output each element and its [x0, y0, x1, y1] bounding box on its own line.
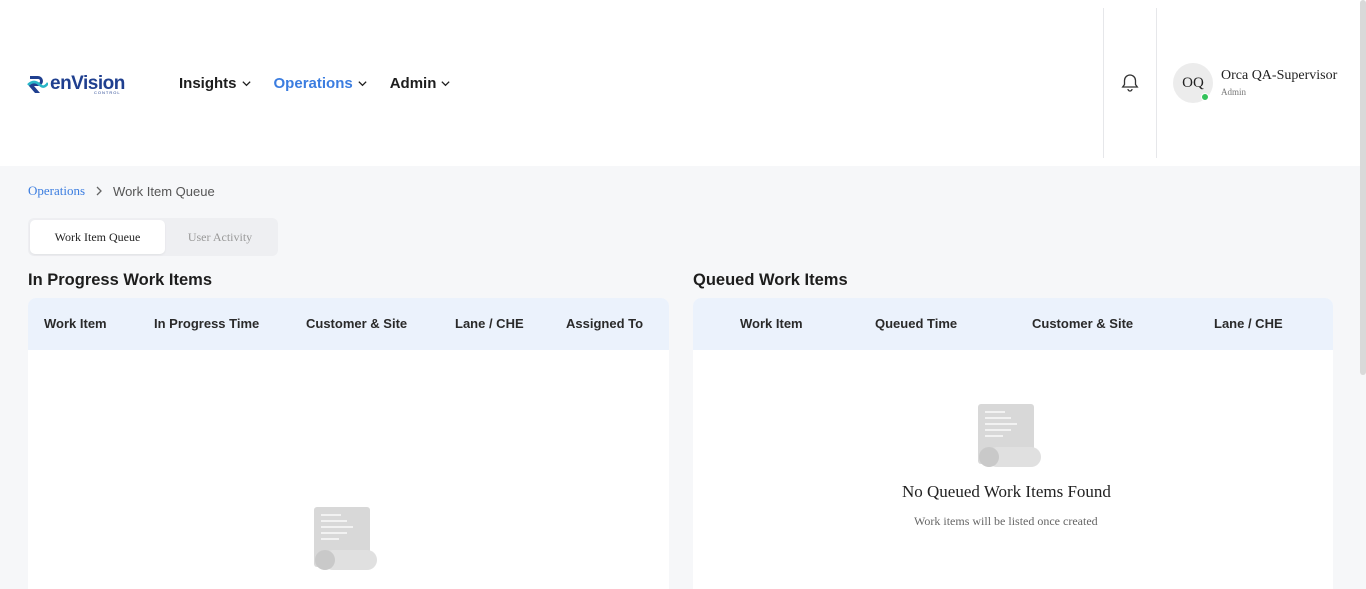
column-header[interactable]: Work Item: [44, 316, 107, 331]
bell-icon[interactable]: [1119, 72, 1141, 94]
breadcrumb-operations-link[interactable]: Operations: [28, 183, 85, 199]
tab-work-item-queue[interactable]: Work Item Queue: [30, 220, 165, 254]
column-header[interactable]: Queued Time: [875, 316, 957, 331]
header-divider: [1103, 8, 1104, 158]
table-header: Work Item In Progress Time Customer & Si…: [28, 298, 669, 350]
envision-logo-mark-icon: [27, 76, 48, 93]
nav-insights-label: Insights: [179, 74, 237, 92]
column-header[interactable]: In Progress Time: [154, 316, 259, 331]
column-header[interactable]: Assigned To: [566, 316, 643, 331]
view-tabs: Work Item Queue User Activity: [28, 218, 278, 256]
avatar[interactable]: OQ: [1173, 63, 1213, 103]
page-scrollbar[interactable]: [1360, 0, 1366, 375]
queued-title: Queued Work Items: [693, 271, 848, 289]
avatar-initials: OQ: [1182, 74, 1204, 91]
table-header: Work Item Queued Time Customer & Site La…: [693, 298, 1333, 350]
tab-user-activity[interactable]: User Activity: [165, 220, 275, 254]
column-header[interactable]: Lane / CHE: [1214, 316, 1283, 331]
empty-document-icon: [314, 507, 377, 570]
user-role: Admin: [1221, 87, 1247, 97]
user-name[interactable]: Orca QA-Supervisor: [1221, 68, 1337, 84]
column-header[interactable]: Customer & Site: [306, 316, 407, 331]
envision-logo[interactable]: enVision CONTROL: [26, 71, 131, 97]
online-status-dot: [1201, 93, 1209, 101]
nav-admin-label: Admin: [389, 74, 437, 92]
chevron-down-icon: [358, 80, 367, 86]
empty-state-title: No Queued Work Items Found: [902, 482, 1111, 501]
column-header[interactable]: Work Item: [740, 316, 803, 331]
nav-admin[interactable]: Admin: [390, 75, 452, 92]
breadcrumb-current: Work Item Queue: [113, 183, 215, 199]
nav-insights[interactable]: Insights: [179, 75, 252, 92]
in-progress-table: Work Item In Progress Time Customer & Si…: [28, 298, 669, 589]
breadcrumb: Operations Work Item Queue: [28, 183, 215, 199]
column-header[interactable]: Customer & Site: [1032, 316, 1133, 331]
logo-subtitle: CONTROL: [94, 90, 121, 95]
nav-operations-label: Operations: [273, 74, 353, 92]
chevron-right-icon: [96, 186, 102, 196]
in-progress-title: In Progress Work Items: [28, 271, 213, 289]
chevron-down-icon: [241, 80, 251, 86]
chevron-down-icon: [441, 80, 450, 86]
main-nav: Insights Operations Admin: [179, 73, 473, 93]
empty-state-subtitle: Work items will be listed once created: [914, 514, 1098, 528]
empty-document-icon: [978, 404, 1041, 467]
column-header[interactable]: Lane / CHE: [455, 316, 524, 331]
nav-operations[interactable]: Operations: [274, 75, 368, 92]
top-header: enVision CONTROL Insights Operations Adm…: [0, 0, 1366, 166]
header-divider: [1156, 8, 1157, 158]
queued-table: Work Item Queued Time Customer & Site La…: [693, 298, 1333, 589]
